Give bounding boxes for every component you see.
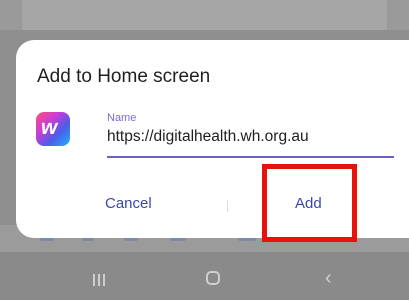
home-icon[interactable]: [206, 271, 220, 285]
navigation-bar: ‹: [0, 252, 409, 300]
add-button[interactable]: Add: [295, 195, 322, 212]
cancel-button[interactable]: Cancel: [105, 195, 152, 212]
recent-apps-bar: [98, 274, 100, 286]
app-icon-glyph: w: [39, 116, 60, 139]
background-card: [22, 0, 387, 30]
recent-apps-bar: [103, 274, 105, 286]
recent-apps-bar: [93, 274, 95, 286]
add-to-home-dialog: Add to Home screen w Name https://digita…: [16, 40, 409, 238]
button-divider: [227, 200, 228, 212]
recent-apps-icon[interactable]: [93, 274, 107, 286]
app-icon: w: [36, 112, 70, 146]
dialog-title: Add to Home screen: [37, 66, 211, 87]
name-input-underline: [107, 156, 394, 158]
status-bar-area: [0, 0, 409, 30]
name-input[interactable]: https://digitalhealth.wh.org.au: [107, 128, 309, 146]
back-icon[interactable]: ‹: [325, 268, 332, 288]
name-label: Name: [107, 112, 137, 124]
